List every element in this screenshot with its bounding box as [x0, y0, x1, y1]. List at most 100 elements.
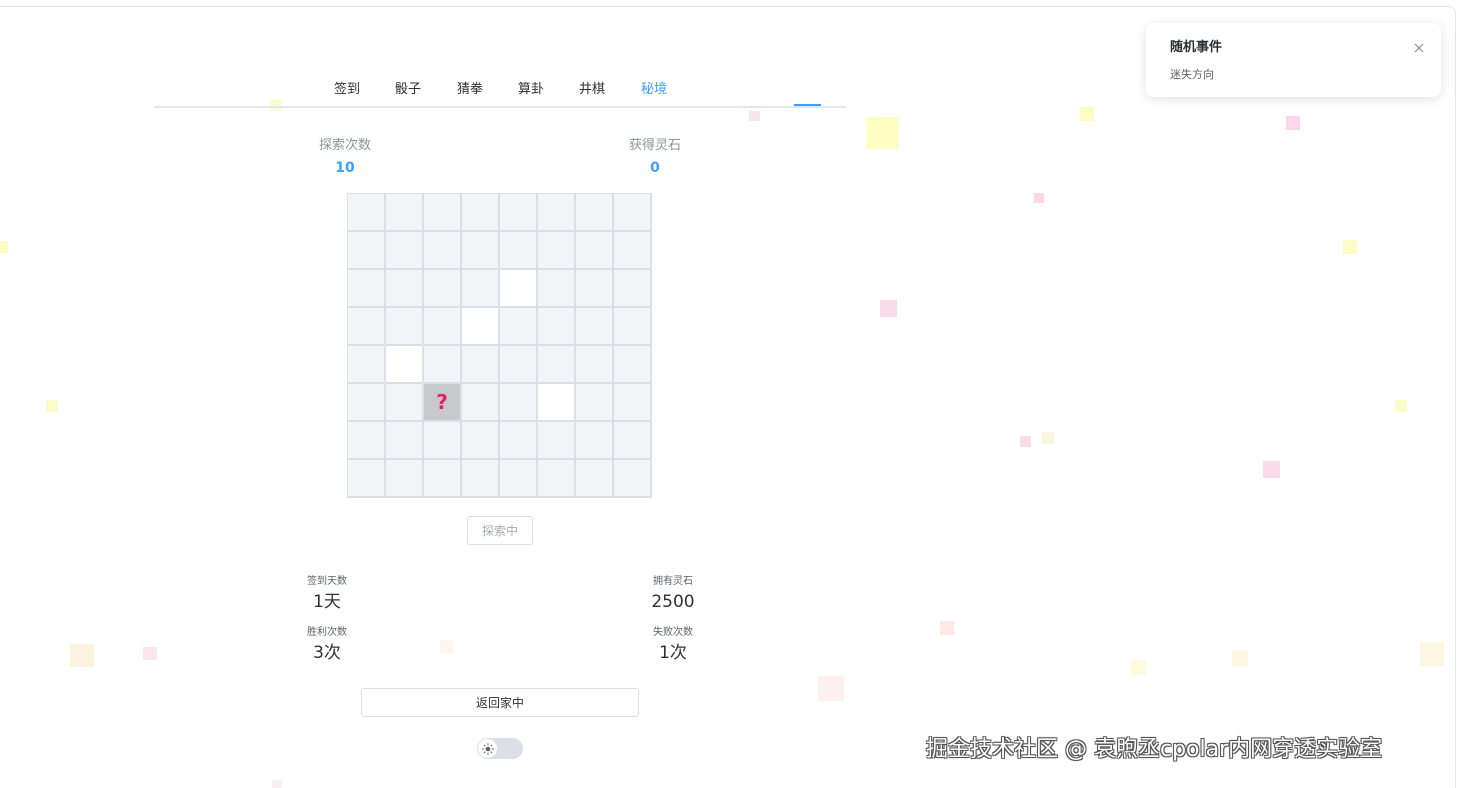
- grid-cell[interactable]: [424, 422, 460, 458]
- grid-cell[interactable]: [576, 422, 612, 458]
- tab-tic-tac-toe[interactable]: 井棋: [579, 81, 605, 99]
- grid-cell[interactable]: [576, 460, 612, 496]
- grid-cell[interactable]: [614, 422, 650, 458]
- grid-cell[interactable]: [348, 384, 384, 420]
- grid-cell[interactable]: [424, 308, 460, 344]
- grid-cell[interactable]: [576, 194, 612, 230]
- grid-cell[interactable]: [348, 232, 384, 268]
- grid-cell[interactable]: [614, 460, 650, 496]
- stones-gained-value: 0: [650, 160, 660, 176]
- grid-cell[interactable]: [386, 270, 422, 306]
- question-mark-icon: ?: [436, 390, 448, 414]
- grid-cell[interactable]: [538, 270, 574, 306]
- grid-cell[interactable]: [500, 308, 536, 344]
- grid-cell[interactable]: [614, 308, 650, 344]
- grid-cell[interactable]: [576, 384, 612, 420]
- stones-gained-label: 获得灵石: [628, 138, 681, 153]
- grid-cell[interactable]: [576, 270, 612, 306]
- grid-cell[interactable]: [538, 346, 574, 382]
- tab-signin[interactable]: 签到: [334, 81, 360, 99]
- grid-cell[interactable]: [576, 308, 612, 344]
- grid-cell[interactable]: [538, 194, 574, 230]
- grid-cell[interactable]: [348, 460, 384, 496]
- grid-cell[interactable]: [614, 270, 650, 306]
- grid-cell[interactable]: [386, 194, 422, 230]
- grid-cell[interactable]: [576, 346, 612, 382]
- stones-gained-stat: 获得灵石 0: [595, 137, 715, 177]
- wins-stat: 胜利次数 3次: [267, 626, 387, 664]
- grid-cell[interactable]: [348, 422, 384, 458]
- close-icon[interactable]: [1412, 40, 1426, 54]
- grid-cell[interactable]: [462, 346, 498, 382]
- grid-cell[interactable]: [614, 346, 650, 382]
- grid-cell[interactable]: [386, 308, 422, 344]
- grid-cell[interactable]: [462, 422, 498, 458]
- grid-cell[interactable]: [462, 194, 498, 230]
- grid-cell[interactable]: [614, 384, 650, 420]
- grid-cell[interactable]: [348, 308, 384, 344]
- app-window: [0, 6, 1456, 788]
- grid-cell[interactable]: [386, 346, 422, 382]
- exploring-button[interactable]: 探索中: [467, 516, 533, 545]
- grid-cell[interactable]: [424, 194, 460, 230]
- grid-cell[interactable]: [424, 346, 460, 382]
- explore-count-stat: 探索次数 10: [285, 137, 405, 177]
- grid-cell[interactable]: [386, 460, 422, 496]
- grid-cell[interactable]: [538, 460, 574, 496]
- game-tabs: 签到 骰子 猜拳 算卦 井棋 秘境: [154, 72, 846, 108]
- losses-value: 1次: [659, 643, 687, 663]
- grid-cell[interactable]: [424, 232, 460, 268]
- tab-secret-realm[interactable]: 秘境: [641, 81, 667, 99]
- realm-grid: ?: [347, 193, 652, 498]
- losses-stat: 失败次数 1次: [613, 626, 733, 664]
- signin-days-value: 1天: [313, 592, 341, 612]
- grid-cell[interactable]: [348, 194, 384, 230]
- notification-title: 随机事件: [1170, 40, 1223, 55]
- grid-cell[interactable]: [538, 384, 574, 420]
- wins-value: 3次: [313, 643, 341, 663]
- sun-icon: [481, 742, 494, 755]
- stones-owned-stat: 拥有灵石 2500: [613, 575, 733, 613]
- grid-cell[interactable]: [500, 270, 536, 306]
- grid-cell[interactable]: [538, 308, 574, 344]
- grid-cell[interactable]: [538, 422, 574, 458]
- stones-owned-value: 2500: [651, 592, 695, 612]
- grid-cell[interactable]: [348, 346, 384, 382]
- stones-owned-label: 拥有灵石: [653, 576, 693, 587]
- grid-cell[interactable]: [386, 384, 422, 420]
- grid-cell[interactable]: [462, 232, 498, 268]
- return-home-button[interactable]: 返回家中: [361, 688, 639, 717]
- grid-cell[interactable]: [386, 232, 422, 268]
- explore-count-label: 探索次数: [318, 138, 371, 153]
- grid-cell[interactable]: [500, 384, 536, 420]
- grid-cell[interactable]: [614, 194, 650, 230]
- tab-fortune[interactable]: 算卦: [518, 81, 544, 99]
- grid-cell-current[interactable]: ?: [424, 384, 460, 420]
- grid-cell[interactable]: [500, 194, 536, 230]
- signin-days-stat: 签到天数 1天: [267, 575, 387, 613]
- grid-cell[interactable]: [424, 270, 460, 306]
- explore-count-value: 10: [335, 160, 355, 176]
- theme-toggle-knob: [478, 739, 497, 758]
- grid-cell[interactable]: [462, 460, 498, 496]
- wins-label: 胜利次数: [307, 627, 347, 638]
- grid-cell[interactable]: [462, 308, 498, 344]
- tab-rock-paper-scissors[interactable]: 猜拳: [457, 81, 483, 99]
- grid-cell[interactable]: [386, 422, 422, 458]
- grid-cell[interactable]: [424, 460, 460, 496]
- grid-cell[interactable]: [614, 232, 650, 268]
- tab-dice[interactable]: 骰子: [395, 81, 421, 99]
- grid-cell[interactable]: [348, 270, 384, 306]
- grid-cell[interactable]: [500, 422, 536, 458]
- grid-cell[interactable]: [462, 384, 498, 420]
- active-tab-indicator: [794, 104, 821, 106]
- random-event-notification: 随机事件 迷失方向: [1146, 23, 1441, 97]
- grid-cell[interactable]: [462, 270, 498, 306]
- watermark: 掘金技术社区 @ 袁煦丞cpolar内网穿透实验室: [926, 737, 1383, 762]
- grid-cell[interactable]: [576, 232, 612, 268]
- grid-cell[interactable]: [500, 346, 536, 382]
- grid-cell[interactable]: [538, 232, 574, 268]
- grid-cell[interactable]: [500, 232, 536, 268]
- theme-toggle-switch[interactable]: [477, 738, 523, 759]
- grid-cell[interactable]: [500, 460, 536, 496]
